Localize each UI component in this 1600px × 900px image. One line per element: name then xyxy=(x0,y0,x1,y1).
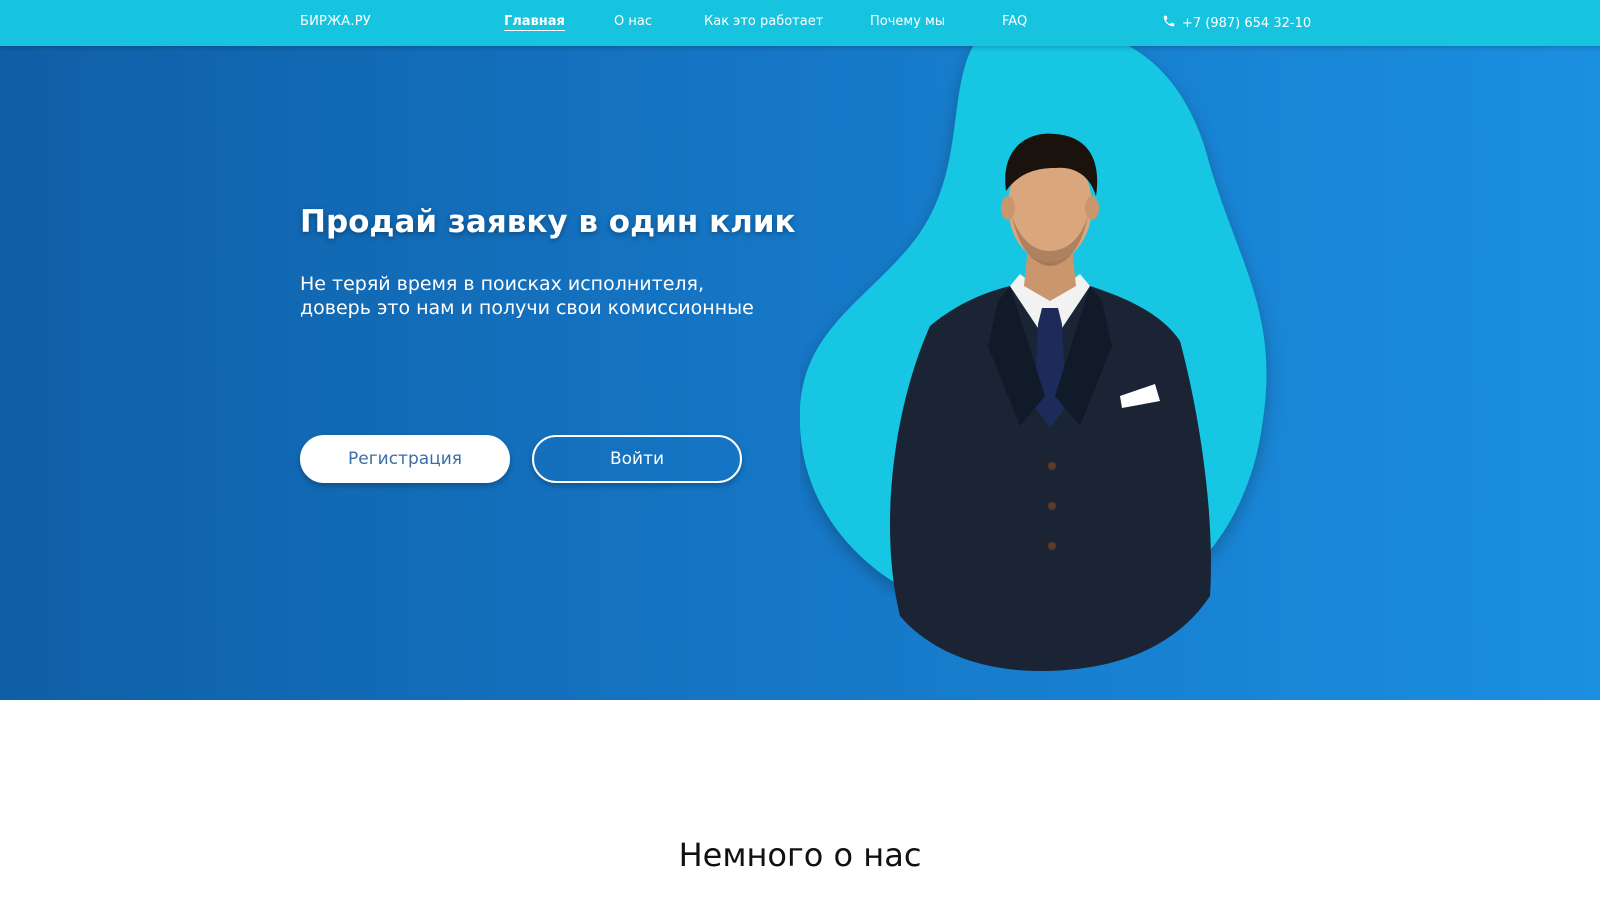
hero-subtitle: Не теряй время в поисках исполнителя, до… xyxy=(300,272,754,320)
hero-title: Продай заявку в один клик xyxy=(300,204,796,240)
register-button[interactable]: Регистрация xyxy=(300,435,510,483)
nav-link-faq[interactable]: FAQ xyxy=(1002,14,1027,29)
phone-icon xyxy=(1162,14,1176,32)
about-section-title: Немного о нас xyxy=(678,836,922,874)
phone-link[interactable]: +7 (987) 654 32-10 xyxy=(1162,14,1311,32)
hero-section: Продай заявку в один клик Не теряй время… xyxy=(0,46,1600,700)
nav-link-about[interactable]: О нас xyxy=(614,14,652,29)
nav-link-how-it-works[interactable]: Как это работает xyxy=(704,14,823,29)
top-navbar: БИРЖА.РУ Главная О нас Как это работает … xyxy=(0,0,1600,46)
phone-number: +7 (987) 654 32-10 xyxy=(1182,15,1312,31)
nav-link-home[interactable]: Главная xyxy=(504,14,565,31)
nav-link-why-us[interactable]: Почему мы xyxy=(870,14,945,29)
hero-subtitle-line-2: доверь это нам и получи свои комиссионны… xyxy=(300,297,754,319)
hero-subtitle-line-1: Не теряй время в поисках исполнителя, xyxy=(300,273,705,295)
site-logo[interactable]: БИРЖА.РУ xyxy=(300,14,371,29)
businessman-image xyxy=(890,133,1211,671)
login-button[interactable]: Войти xyxy=(532,435,742,483)
